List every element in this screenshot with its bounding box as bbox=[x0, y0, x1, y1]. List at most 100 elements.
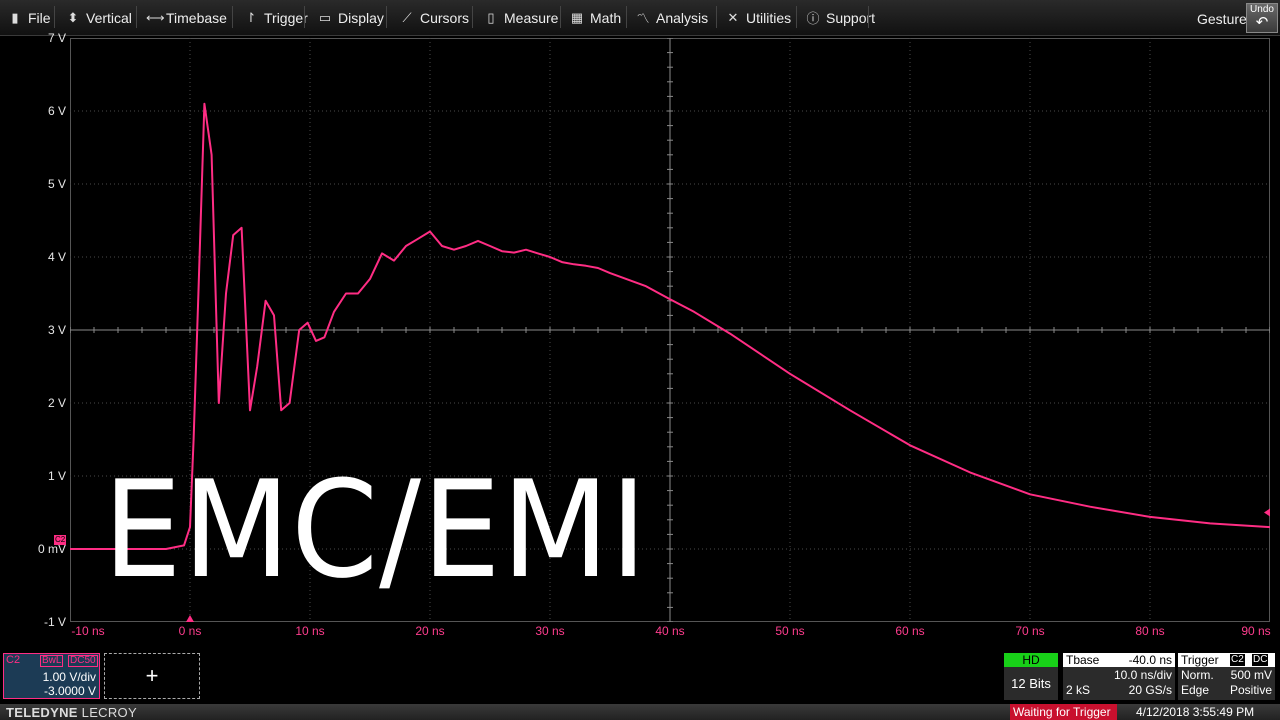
x-tick-label: 20 ns bbox=[415, 624, 445, 638]
menu-timebase[interactable]: ⟷ Timebase bbox=[146, 0, 227, 35]
channel-descriptor-box[interactable]: C2 BwL DC50 1.00 V/div -3.0000 V bbox=[3, 653, 100, 699]
trigger-label: Trigger bbox=[1181, 653, 1219, 667]
menu-label: Utilities bbox=[746, 9, 792, 26]
wrench-icon: ✕ bbox=[727, 9, 739, 25]
menu-label: Measure bbox=[504, 9, 559, 26]
hd-descriptor-box[interactable]: HD 12 Bits bbox=[1004, 653, 1058, 700]
menu-math[interactable]: ▦ Math bbox=[570, 0, 621, 35]
menu-separator bbox=[386, 6, 387, 28]
gesture-label[interactable]: Gesture bbox=[1197, 11, 1247, 27]
trigger-flag-icon: ↾ bbox=[245, 9, 257, 25]
trigger-type: Edge bbox=[1181, 683, 1210, 697]
sample-count: 2 kS bbox=[1066, 683, 1091, 697]
menu-display[interactable]: ▭ Display bbox=[318, 0, 384, 35]
menu-utilities[interactable]: ✕ Utilities bbox=[726, 0, 792, 35]
clipboard-icon: ▮ bbox=[11, 9, 19, 25]
y-tick-label: 3 V bbox=[47, 323, 66, 337]
menu-separator bbox=[54, 6, 55, 28]
menu-separator bbox=[560, 6, 561, 28]
y-tick-label: 1 V bbox=[47, 469, 66, 483]
menu-label: Cursors bbox=[420, 9, 470, 26]
menu-label: File bbox=[28, 9, 51, 26]
info-icon: ⓘ bbox=[806, 11, 820, 26]
trigger-level-marker bbox=[1264, 508, 1270, 517]
menu-trigger[interactable]: ↾ Trigger bbox=[244, 0, 308, 35]
x-tick-label: 80 ns bbox=[1135, 624, 1165, 638]
menu-vertical[interactable]: ⬍ Vertical bbox=[66, 0, 132, 35]
y-tick-label: -1 V bbox=[43, 615, 66, 629]
y-tick-label: 2 V bbox=[47, 396, 66, 410]
trigger-header: Trigger C2 DC bbox=[1178, 653, 1275, 667]
menu-label: Math bbox=[590, 9, 622, 26]
menu-separator bbox=[232, 6, 233, 28]
menu-separator bbox=[136, 6, 137, 28]
add-trace-button[interactable]: + bbox=[104, 653, 200, 699]
x-tick-label: 60 ns bbox=[895, 624, 925, 638]
x-tick-label: 30 ns bbox=[535, 624, 565, 638]
menu-label: Display bbox=[338, 9, 384, 26]
trigger-mode: Norm. bbox=[1181, 668, 1214, 682]
x-tick-label: 0 ns bbox=[178, 624, 202, 638]
trigger-coupling-badge: DC bbox=[1252, 654, 1269, 666]
menu-separator bbox=[868, 6, 869, 28]
channel-name: C2 bbox=[6, 654, 21, 666]
timebase-delay: -40.0 ns bbox=[1128, 653, 1172, 667]
channel-offset: -3.0000 V bbox=[43, 684, 96, 698]
hd-label: HD bbox=[1004, 653, 1058, 667]
overlay-title: EMC/EMI bbox=[103, 452, 648, 608]
menu-separator bbox=[626, 6, 627, 28]
x-tick-label: 90 ns bbox=[1241, 624, 1271, 638]
timebase-descriptor-box[interactable]: Tbase -40.0 ns 10.0 ns/div 2 kS 20 GS/s bbox=[1063, 653, 1175, 700]
x-tick-label: 50 ns bbox=[775, 624, 805, 638]
display-icon: ▭ bbox=[318, 9, 332, 25]
menu-separator bbox=[472, 6, 473, 28]
brand-bold: TELEDYNE bbox=[6, 705, 78, 720]
menu-label: Analysis bbox=[656, 9, 709, 26]
horizontal-arrows-icon: ⟷ bbox=[146, 9, 165, 25]
sample-rate: 20 GS/s bbox=[1128, 683, 1172, 697]
volts-per-div: 1.00 V/div bbox=[42, 670, 96, 684]
cursor-icon: ⟋ bbox=[402, 9, 412, 25]
y-tick-label: 5 V bbox=[47, 177, 66, 191]
menu-measure[interactable]: ▯ Measure bbox=[484, 0, 558, 35]
menu-file[interactable]: ▮ File bbox=[8, 0, 51, 35]
menu-separator bbox=[716, 6, 717, 28]
x-tick-label: 40 ns bbox=[655, 624, 685, 638]
acquisition-status: Waiting for Trigger bbox=[1010, 704, 1117, 720]
trigger-slope: Positive bbox=[1229, 683, 1272, 697]
menu-label: Vertical bbox=[86, 9, 132, 26]
x-tick-label: 70 ns bbox=[1015, 624, 1045, 638]
timebase-header: Tbase -40.0 ns bbox=[1063, 653, 1175, 667]
timebase-label: Tbase bbox=[1066, 653, 1100, 667]
menu-cursors[interactable]: ⟋ Cursors bbox=[400, 0, 469, 35]
menu-separator bbox=[796, 6, 797, 28]
status-bar: TELEDYNE LECROY Waiting for Trigger 4/12… bbox=[0, 704, 1280, 720]
channel-offset-marker[interactable]: C2 bbox=[54, 535, 67, 545]
menu-separator bbox=[304, 6, 305, 28]
y-tick-label: 4 V bbox=[47, 250, 66, 264]
brand-logo: TELEDYNE LECROY bbox=[6, 705, 137, 720]
trigger-descriptor-box[interactable]: Trigger C2 DC Norm. 500 mV Edge Positive bbox=[1178, 653, 1275, 700]
bandwidth-limit-badge: BwL bbox=[40, 655, 64, 667]
x-tick-label: 10 ns bbox=[295, 624, 325, 638]
menu-label: Timebase bbox=[166, 9, 227, 26]
coupling-badge: DC50 bbox=[68, 655, 98, 667]
brand-rest: LECROY bbox=[77, 705, 137, 720]
menu-support[interactable]: ⓘ Support bbox=[806, 0, 875, 35]
resolution-bits: 12 Bits bbox=[1011, 676, 1051, 691]
menu-analysis[interactable]: 〽 Analysis bbox=[636, 0, 708, 35]
trigger-source-badge: C2 bbox=[1230, 654, 1245, 666]
vertical-arrows-icon: ⬍ bbox=[67, 9, 79, 25]
undo-arrow-icon: ↶ bbox=[1255, 14, 1269, 31]
time-per-div: 10.0 ns/div bbox=[1113, 668, 1172, 682]
trigger-position-marker bbox=[186, 615, 194, 622]
trigger-level: 500 mV bbox=[1230, 668, 1272, 682]
measure-icon: ▯ bbox=[487, 9, 495, 25]
y-tick-label: 6 V bbox=[47, 104, 66, 118]
date-time: 4/12/2018 3:55:49 PM bbox=[1136, 705, 1255, 719]
menu-label: Trigger bbox=[264, 9, 308, 26]
calculator-icon: ▦ bbox=[570, 9, 584, 25]
x-tick-label: -10 ns bbox=[71, 624, 105, 638]
analysis-chart-icon: 〽 bbox=[636, 11, 650, 26]
undo-button[interactable]: Undo ↶ bbox=[1246, 3, 1278, 33]
